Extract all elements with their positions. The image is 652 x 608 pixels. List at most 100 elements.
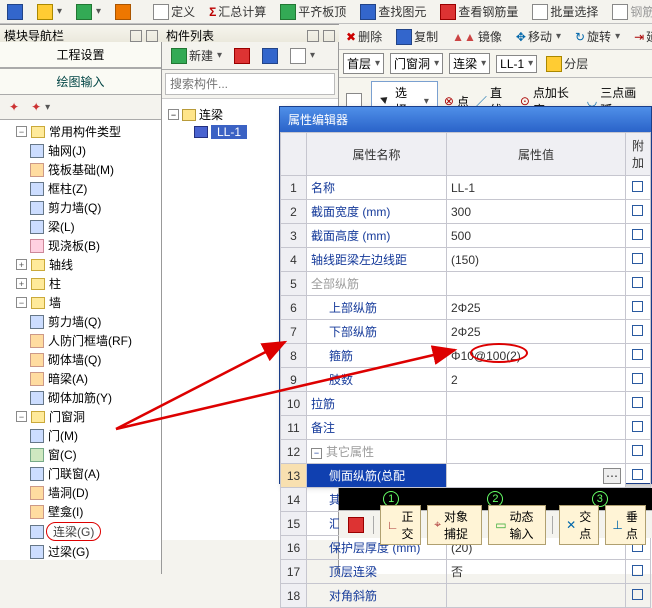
collapse-icon[interactable]: − — [16, 297, 27, 308]
checkbox-icon[interactable] — [632, 253, 643, 264]
draw-input-tab[interactable]: 绘图输入 — [0, 68, 161, 95]
prop-name[interactable]: 全部纵筋 — [307, 272, 447, 296]
extend-button[interactable]: ⇥延 — [631, 26, 652, 47]
checkbox-icon[interactable] — [632, 373, 643, 384]
property-editor-window[interactable]: 属性编辑器 属性名称 属性值 附加 1名称LL-12截面宽度 (mm)3003截… — [279, 106, 652, 484]
checksteel-button[interactable]: 查看钢筋量 — [437, 1, 521, 22]
tree-item[interactable]: 剪力墙(Q) — [46, 199, 103, 216]
extra-check[interactable] — [625, 584, 650, 608]
mid-tool-4[interactable] — [287, 45, 318, 66]
prop-name[interactable]: 箍筋 — [307, 344, 447, 368]
tree-item[interactable]: 筏板基础(M) — [46, 161, 116, 178]
prop-value[interactable]: 否 — [447, 560, 626, 584]
prop-name[interactable]: 肢数 — [307, 368, 447, 392]
extra-check[interactable] — [625, 368, 650, 392]
prop-value[interactable]: 2 — [447, 368, 626, 392]
collapse-icon[interactable]: − — [16, 411, 27, 422]
extra-check[interactable] — [625, 272, 650, 296]
tree-node[interactable]: 连梁 — [199, 106, 223, 123]
tree-item[interactable]: 暗梁(A) — [46, 370, 90, 387]
checkbox-icon[interactable] — [632, 445, 643, 456]
extra-check[interactable] — [625, 296, 650, 320]
prop-name[interactable]: 备注 — [307, 416, 447, 440]
tree-item[interactable]: 砌体加筋(Y) — [46, 389, 114, 406]
prop-name[interactable]: 截面高度 (mm) — [307, 224, 447, 248]
checkbox-icon[interactable] — [632, 469, 643, 480]
close-icon[interactable] — [146, 30, 158, 42]
sumcalc-button[interactable]: Σ汇总计算 — [206, 1, 269, 22]
tree-item[interactable]: 墙洞(D) — [46, 484, 91, 501]
bb-tool-1[interactable] — [345, 515, 367, 535]
prop-name[interactable]: 拉筋 — [307, 392, 447, 416]
extra-check[interactable] — [625, 560, 650, 584]
extra-check[interactable] — [625, 224, 650, 248]
tree-item[interactable]: 轴网(J) — [46, 142, 88, 159]
define-button[interactable]: 定义 — [150, 1, 198, 22]
expand-icon[interactable]: + — [16, 278, 27, 289]
move-button[interactable]: ✥移动 — [513, 26, 564, 47]
prop-value[interactable] — [447, 392, 626, 416]
tree-item[interactable]: 过梁(G) — [46, 543, 91, 560]
prop-value[interactable]: (150) — [447, 248, 626, 272]
prop-value[interactable]: Φ10@100(2) — [447, 344, 626, 368]
osnap-button[interactable]: ⌖对象捕捉 — [427, 505, 482, 545]
extra-check[interactable] — [625, 440, 650, 464]
prop-name[interactable]: 对角斜筋 — [307, 584, 447, 608]
floor-select[interactable]: 首层 — [343, 53, 384, 74]
layer-button[interactable]: 分层 — [543, 53, 591, 74]
checkbox-icon[interactable] — [632, 181, 643, 192]
tree-item[interactable]: 柱 — [47, 275, 63, 292]
collapse-icon[interactable]: − — [168, 109, 179, 120]
tree-item[interactable]: 剪力墙(Q) — [46, 313, 103, 330]
tree-item[interactable]: 梁(L) — [46, 218, 77, 235]
search-input[interactable] — [165, 73, 335, 95]
checkbox-icon[interactable] — [632, 277, 643, 288]
delete-button[interactable]: ✖删除 — [343, 26, 385, 47]
checkbox-icon[interactable] — [632, 349, 643, 360]
tb-mini-1[interactable] — [4, 2, 26, 22]
prop-name[interactable]: 截面宽度 (mm) — [307, 200, 447, 224]
prop-name[interactable]: 轴线距梁左边线距 — [307, 248, 447, 272]
ortho-button[interactable]: ∟正交 — [380, 505, 422, 545]
tree-tool-1[interactable]: ✦ — [6, 98, 22, 116]
expand-icon[interactable]: + — [16, 259, 27, 270]
tree-item-lintel[interactable]: 连梁(G) — [46, 522, 101, 541]
tree-item[interactable]: 门联窗(A) — [46, 465, 102, 482]
tree-item-selected[interactable]: LL-1 — [211, 125, 247, 139]
xpoint-button[interactable]: ✕交点 — [559, 505, 599, 545]
prop-name[interactable]: −其它属性 — [307, 440, 447, 464]
extra-check[interactable] — [625, 464, 650, 488]
checkbox-icon[interactable] — [632, 205, 643, 216]
copy-button[interactable]: 复制 — [393, 26, 441, 47]
checkbox-icon[interactable] — [632, 589, 643, 600]
perp-button[interactable]: ⊥垂点 — [605, 505, 646, 545]
batchsel-button[interactable]: 批量选择 — [529, 1, 601, 22]
tb-mini-4[interactable] — [112, 2, 134, 22]
prop-name[interactable]: 保护层厚度 (mm) — [307, 536, 447, 560]
extra-check[interactable] — [625, 392, 650, 416]
close-icon[interactable] — [323, 30, 335, 42]
prop-value[interactable] — [447, 416, 626, 440]
checkbox-icon[interactable] — [632, 421, 643, 432]
extra-check[interactable] — [625, 320, 650, 344]
mirror-button[interactable]: ▲▲镜像 — [449, 26, 505, 47]
prop-value[interactable]: 300 — [447, 200, 626, 224]
prop-value[interactable]: 2Φ25 — [447, 320, 626, 344]
tree-item[interactable]: 现浇板(B) — [46, 237, 102, 254]
prop-value[interactable]: LL-1 — [447, 176, 626, 200]
extra-check[interactable] — [625, 344, 650, 368]
tb-mini-3[interactable] — [73, 2, 104, 22]
checkbox-icon[interactable] — [632, 301, 643, 312]
dyninput-button[interactable]: ▭动态输入 — [488, 505, 546, 545]
tb-mini-2[interactable] — [34, 2, 65, 22]
tree-item[interactable]: 窗(C) — [46, 446, 79, 463]
prop-value[interactable] — [447, 584, 626, 608]
collapse-icon[interactable]: − — [311, 448, 322, 459]
prop-name[interactable]: 侧面纵筋(总配 — [307, 464, 447, 488]
checkbox-icon[interactable] — [632, 229, 643, 240]
collapse-icon[interactable]: − — [16, 126, 27, 137]
extra-check[interactable] — [625, 176, 650, 200]
rotate-button[interactable]: ↻旋转 — [572, 26, 623, 47]
window-title[interactable]: 属性编辑器 — [280, 107, 651, 132]
type-select[interactable]: 连梁 — [449, 53, 490, 74]
